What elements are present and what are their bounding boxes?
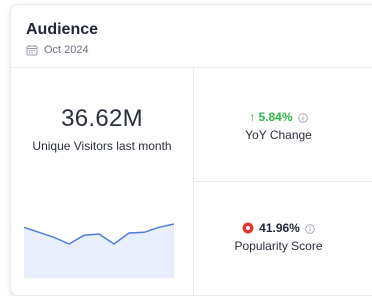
popularity-value-row: 41.96%	[194, 221, 363, 235]
date-row: Oct 2024	[26, 44, 89, 56]
popularity-stat: 41.96% Popularity Score	[194, 221, 363, 253]
info-icon[interactable]	[297, 112, 308, 123]
info-icon[interactable]	[305, 223, 315, 234]
yoy-label: YoY Change	[245, 128, 312, 142]
visitors-value: 36.62M	[61, 105, 143, 132]
popularity-panel: 41.96% Popularity Score	[194, 182, 372, 295]
card-header: Audience Oct 2024	[11, 5, 372, 68]
visitors-sparkline	[24, 223, 174, 278]
card-title: Audience	[26, 21, 99, 38]
date-label: Oct 2024	[44, 44, 89, 56]
calendar-icon	[26, 44, 38, 56]
yoy-value-row: ↑ 5.84%	[194, 110, 363, 124]
popularity-badge-icon	[242, 222, 254, 234]
sparkline-area	[24, 224, 174, 278]
visitors-panel: 36.62M Unique Visitors last month	[11, 68, 194, 295]
yoy-panel: ↑ 5.84% YoY Change	[194, 68, 372, 182]
visitors-label: Unique Visitors last month	[32, 139, 172, 153]
yoy-value: 5.84%	[258, 110, 293, 124]
audience-card: Audience Oct 2024 36.62M Unique Visitors…	[10, 4, 372, 296]
popularity-value: 41.96%	[259, 221, 300, 235]
up-arrow-icon: ↑	[249, 110, 256, 124]
yoy-stat: ↑ 5.84% YoY Change	[194, 110, 363, 142]
popularity-label: Popularity Score	[234, 239, 323, 253]
